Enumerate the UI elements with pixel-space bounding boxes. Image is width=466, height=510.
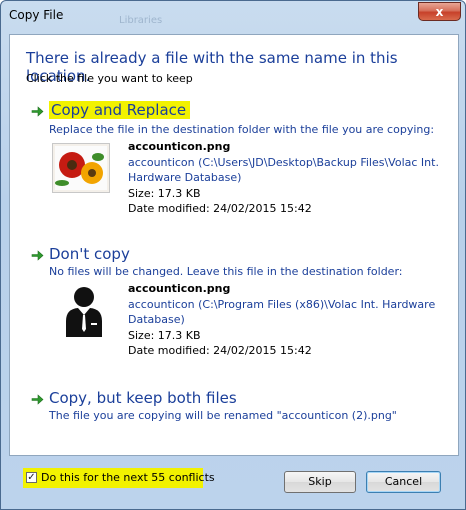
dont-copy-description: No files will be changed. Leave this fil…: [49, 265, 403, 278]
user-account-icon: [66, 287, 102, 337]
file-size: Size: 17.3 KB: [128, 186, 201, 200]
file-size: Size: 17.3 KB: [128, 328, 201, 342]
green-arrow-icon: [31, 394, 44, 405]
file-path: accounticon (C:\Users\JD\Desktop\Backup …: [128, 155, 439, 169]
file-date-modified: Date modified: 24/02/2015 15:42: [128, 344, 312, 357]
file-name: accounticon.png: [128, 140, 231, 153]
file-path-continued: Database): [128, 313, 185, 326]
skip-button[interactable]: Skip: [284, 471, 356, 493]
close-icon: x: [435, 5, 444, 19]
copy-and-replace-title: Copy and Replace: [49, 101, 191, 119]
file-path-continued: Hardware Database): [128, 171, 242, 184]
keep-both-files-title: Copy, but keep both files: [49, 389, 237, 407]
source-file-info: accounticon.png accounticon (C:\Users\JD…: [128, 139, 439, 217]
background-window-label: Libraries: [119, 15, 163, 26]
keep-both-files-description: The file you are copying will be renamed…: [49, 409, 397, 422]
apply-to-all-checkbox-row[interactable]: ✓ Do this for the next 55 conflicts: [23, 468, 215, 488]
window-title: Copy File: [9, 8, 64, 22]
green-arrow-icon: [31, 250, 44, 261]
green-arrow-icon: [31, 106, 44, 117]
dialog-content: There is already a file with the same na…: [9, 34, 459, 456]
dont-copy-title: Don't copy: [49, 245, 130, 263]
destination-file-info: accounticon.png accounticon (C:\Program …: [128, 281, 435, 359]
dialog-window: Copy File Libraries x There is already a…: [0, 0, 466, 510]
dialog-subheading: Click the file you want to keep: [26, 72, 193, 85]
copy-and-replace-description: Replace the file in the destination fold…: [49, 123, 435, 136]
file-date-modified: Date modified: 24/02/2015 15:42: [128, 202, 312, 215]
copy-and-replace-option[interactable]: Copy and Replace Replace the file in the…: [26, 101, 446, 225]
flowers-thumbnail-icon: [52, 143, 110, 193]
close-button[interactable]: x: [418, 2, 461, 21]
dont-copy-option[interactable]: Don't copy No files will be changed. Lea…: [26, 245, 446, 369]
file-path: accounticon (C:\Program Files (x86)\Vola…: [128, 297, 436, 311]
title-bar[interactable]: Copy File Libraries x: [1, 1, 466, 35]
apply-to-all-checkbox[interactable]: ✓: [26, 472, 37, 483]
file-name: accounticon.png: [128, 282, 231, 295]
keep-both-files-option[interactable]: Copy, but keep both files The file you a…: [26, 389, 446, 429]
cancel-button[interactable]: Cancel: [366, 471, 441, 493]
apply-to-all-label: Do this for the next 55 conflicts: [41, 471, 215, 484]
